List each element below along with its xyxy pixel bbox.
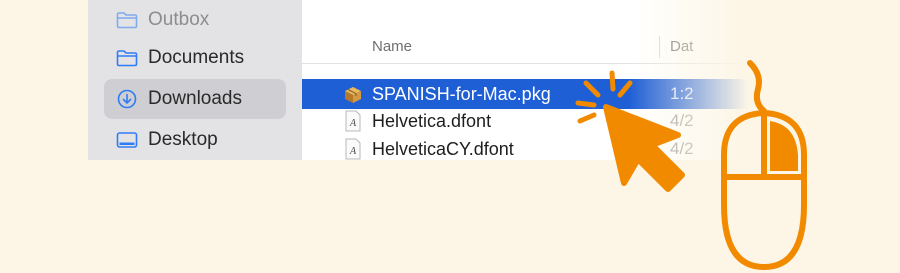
download-circle-icon [116, 88, 138, 110]
column-header-name[interactable]: Name [372, 38, 412, 55]
font-file-icon: A [342, 110, 364, 132]
sidebar-item-label: Desktop [148, 129, 218, 150]
file-name: Helvetica.dfont [372, 110, 492, 131]
file-name: SPANISH-for-Mac.pkg [372, 83, 551, 104]
package-icon [342, 83, 364, 105]
folder-icon [116, 9, 138, 31]
sidebar-item-label: Downloads [148, 88, 242, 109]
sidebar-item-label: Outbox [148, 9, 210, 30]
folder-icon [116, 47, 138, 69]
sidebar-item-documents[interactable]: Documents [104, 38, 286, 78]
desktop-icon [116, 129, 138, 151]
font-file-icon: A [342, 138, 364, 160]
sidebar-item-outbox[interactable]: Outbox [104, 0, 286, 40]
column-header-date[interactable]: Dat [670, 38, 693, 55]
svg-text:A: A [349, 118, 357, 129]
sidebar-item-desktop[interactable]: Desktop [104, 120, 286, 160]
sidebar-item-label: Documents [148, 47, 245, 68]
sidebar: Outbox Documents Downloads Desktop [88, 0, 302, 160]
arrow-cursor-icon [603, 104, 685, 192]
sidebar-item-downloads[interactable]: Downloads [104, 79, 286, 119]
click-illustration [575, 60, 807, 270]
svg-text:A: A [349, 146, 357, 157]
file-name: HelveticaCY.dfont [372, 138, 514, 159]
